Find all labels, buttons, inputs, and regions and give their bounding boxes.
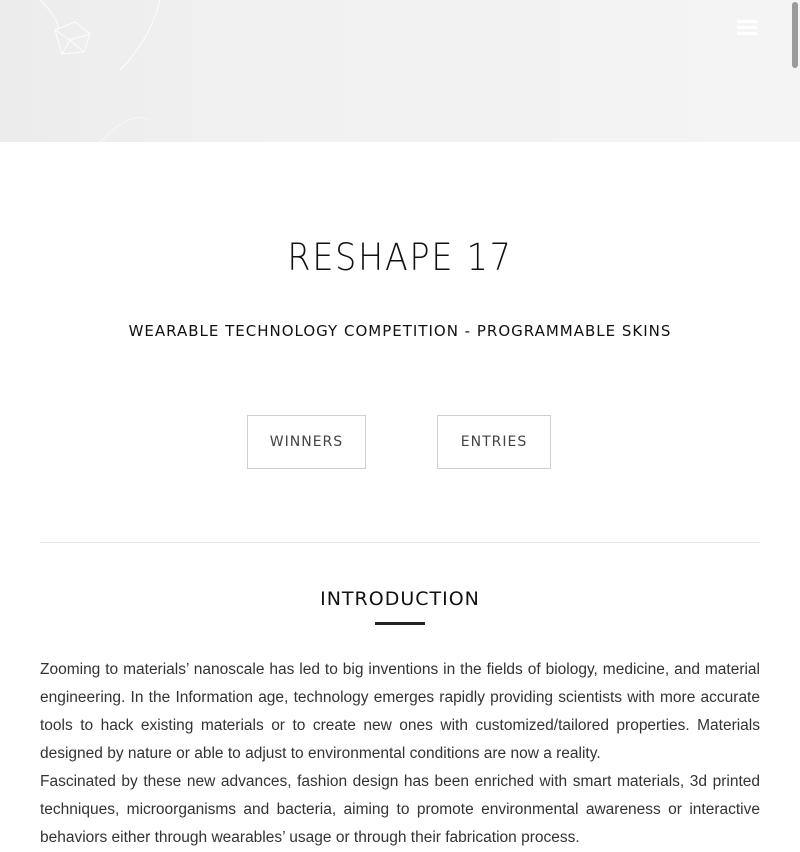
introduction-text: Zooming to materials’ nanoscale has led … — [40, 656, 760, 852]
entries-button[interactable]: ENTRIES — [437, 415, 551, 469]
winners-button[interactable]: WINNERS — [247, 415, 366, 469]
section-divider — [40, 542, 760, 543]
geometric-sculpture-image — [39, 0, 161, 142]
intro-paragraph: Zooming to materials’ nanoscale has led … — [40, 661, 760, 762]
introduction-heading: INTRODUCTION — [320, 588, 480, 610]
hamburger-menu-icon[interactable] — [737, 20, 757, 38]
hero-banner — [0, 0, 800, 142]
page-title: RESHAPE 17 — [287, 236, 513, 279]
page-subtitle: WEARABLE TECHNOLOGY COMPETITION - PROGRA… — [128, 322, 672, 340]
heading-underline — [375, 622, 425, 625]
intro-paragraph: Fascinated by these new advances, fashio… — [40, 773, 760, 846]
scrollbar[interactable] — [792, 2, 798, 68]
